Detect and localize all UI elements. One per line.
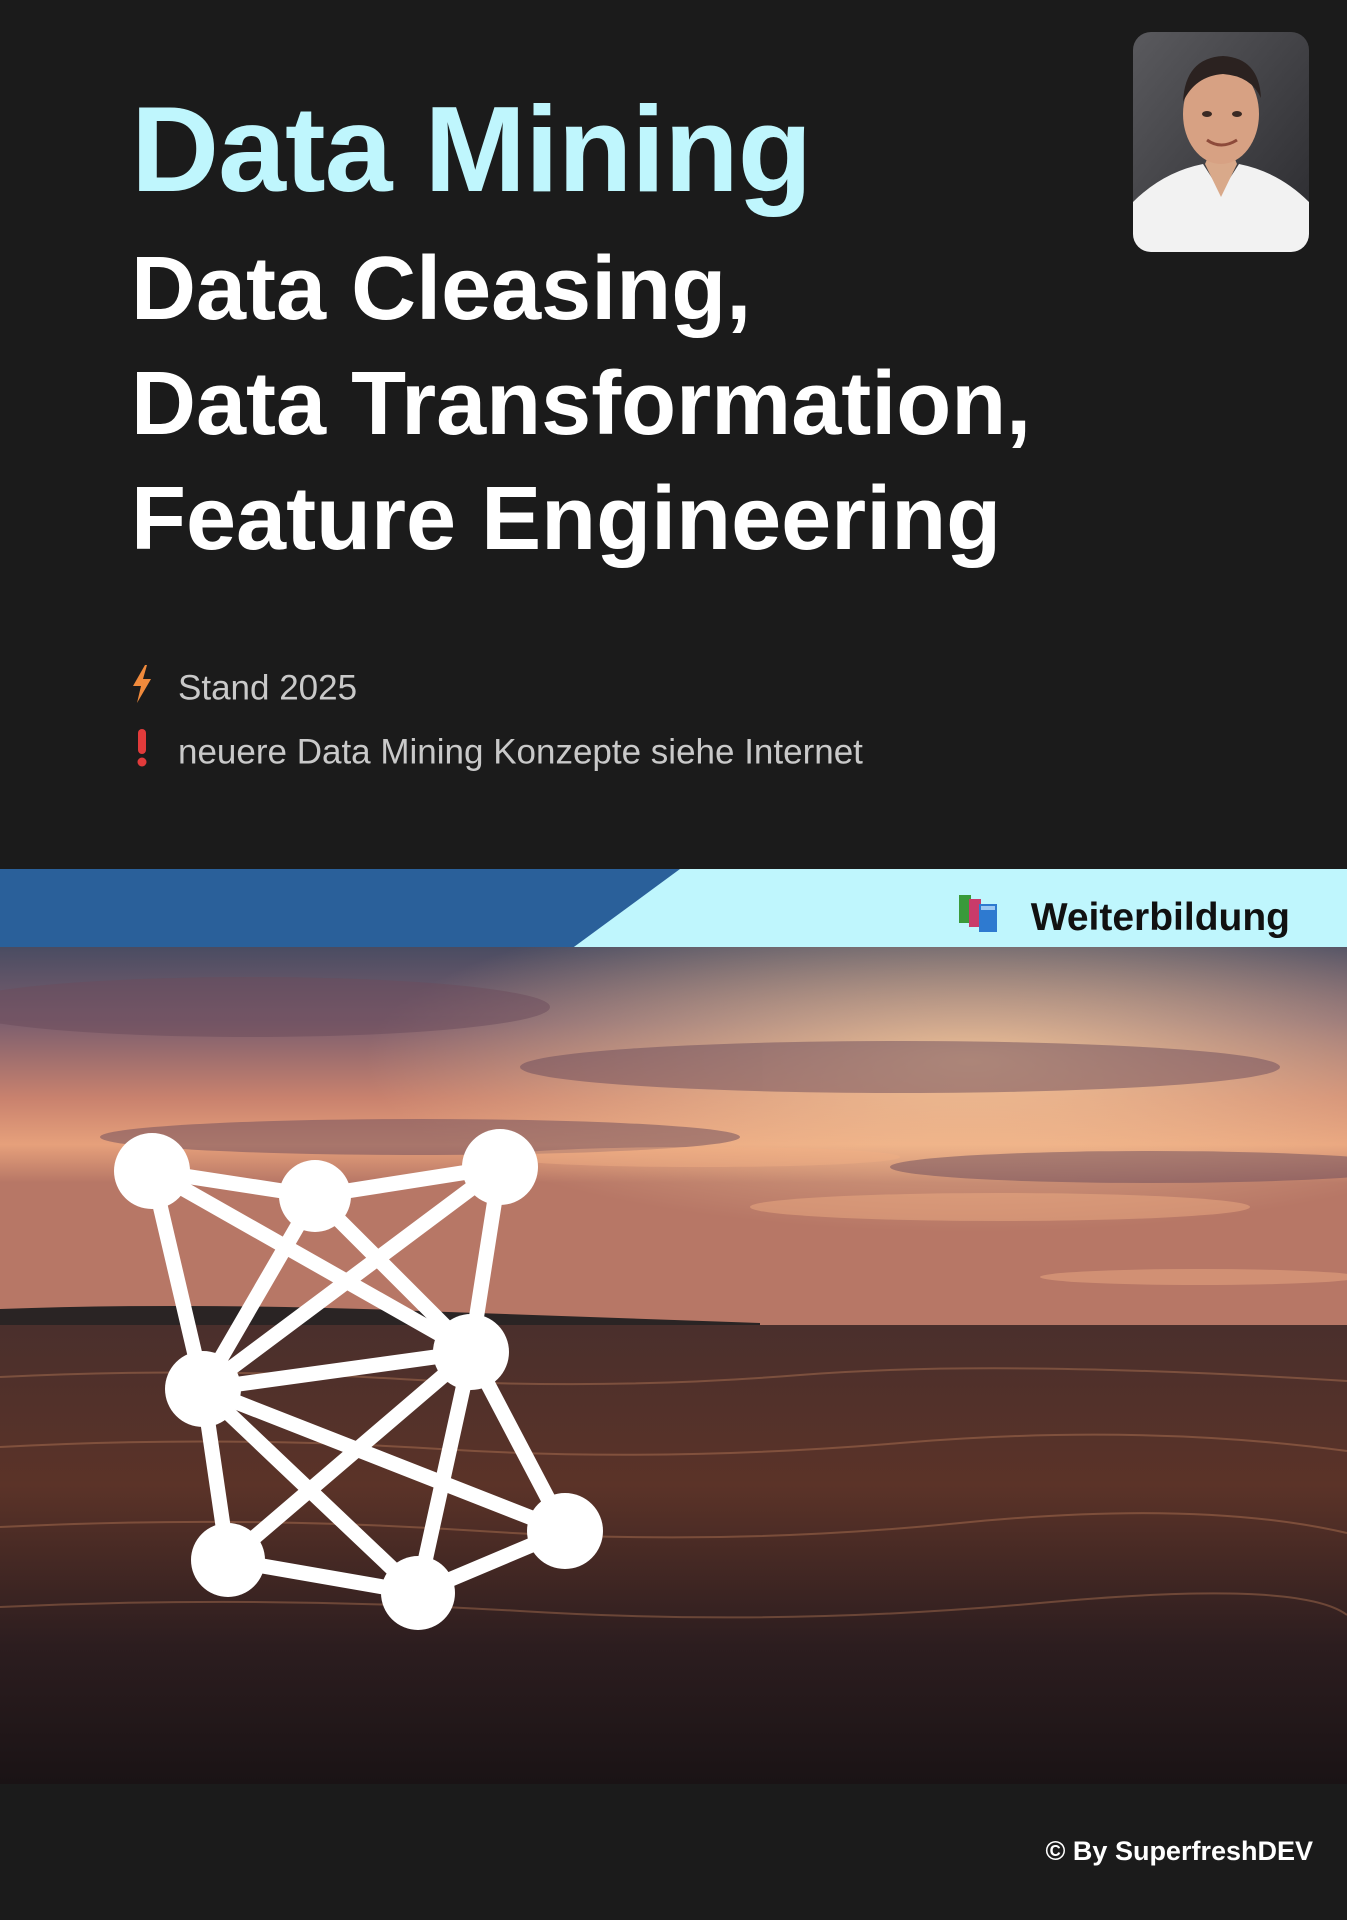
category-badge: Weiterbildung — [958, 893, 1290, 943]
meta-text: Stand 2025 — [178, 668, 358, 708]
subtitle-line: Data Transformation, — [131, 354, 1032, 454]
books-icon — [958, 893, 1001, 943]
page-title: Data Mining — [131, 81, 812, 217]
meta-text: neuere Data Mining Konzepte siehe Intern… — [178, 732, 863, 772]
exclamation-icon — [130, 729, 154, 776]
badge-label: Weiterbildung — [1030, 896, 1290, 939]
banner-dark-strip — [0, 869, 680, 947]
copyright-credit: © By SuperfreshDEV — [1045, 1836, 1313, 1866]
subtitle-line: Data Cleasing, — [131, 239, 752, 339]
subtitle-line: Feature Engineering — [131, 469, 1002, 569]
subtitle: Data Cleasing, Data Transformation, Feat… — [131, 232, 1031, 577]
lightning-icon — [130, 665, 154, 712]
hero-image-sunset-sea — [0, 947, 1347, 1784]
meta-stand: Stand 2025 — [130, 665, 357, 712]
author-avatar — [1133, 32, 1309, 252]
meta-note: neuere Data Mining Konzepte siehe Intern… — [130, 729, 863, 776]
